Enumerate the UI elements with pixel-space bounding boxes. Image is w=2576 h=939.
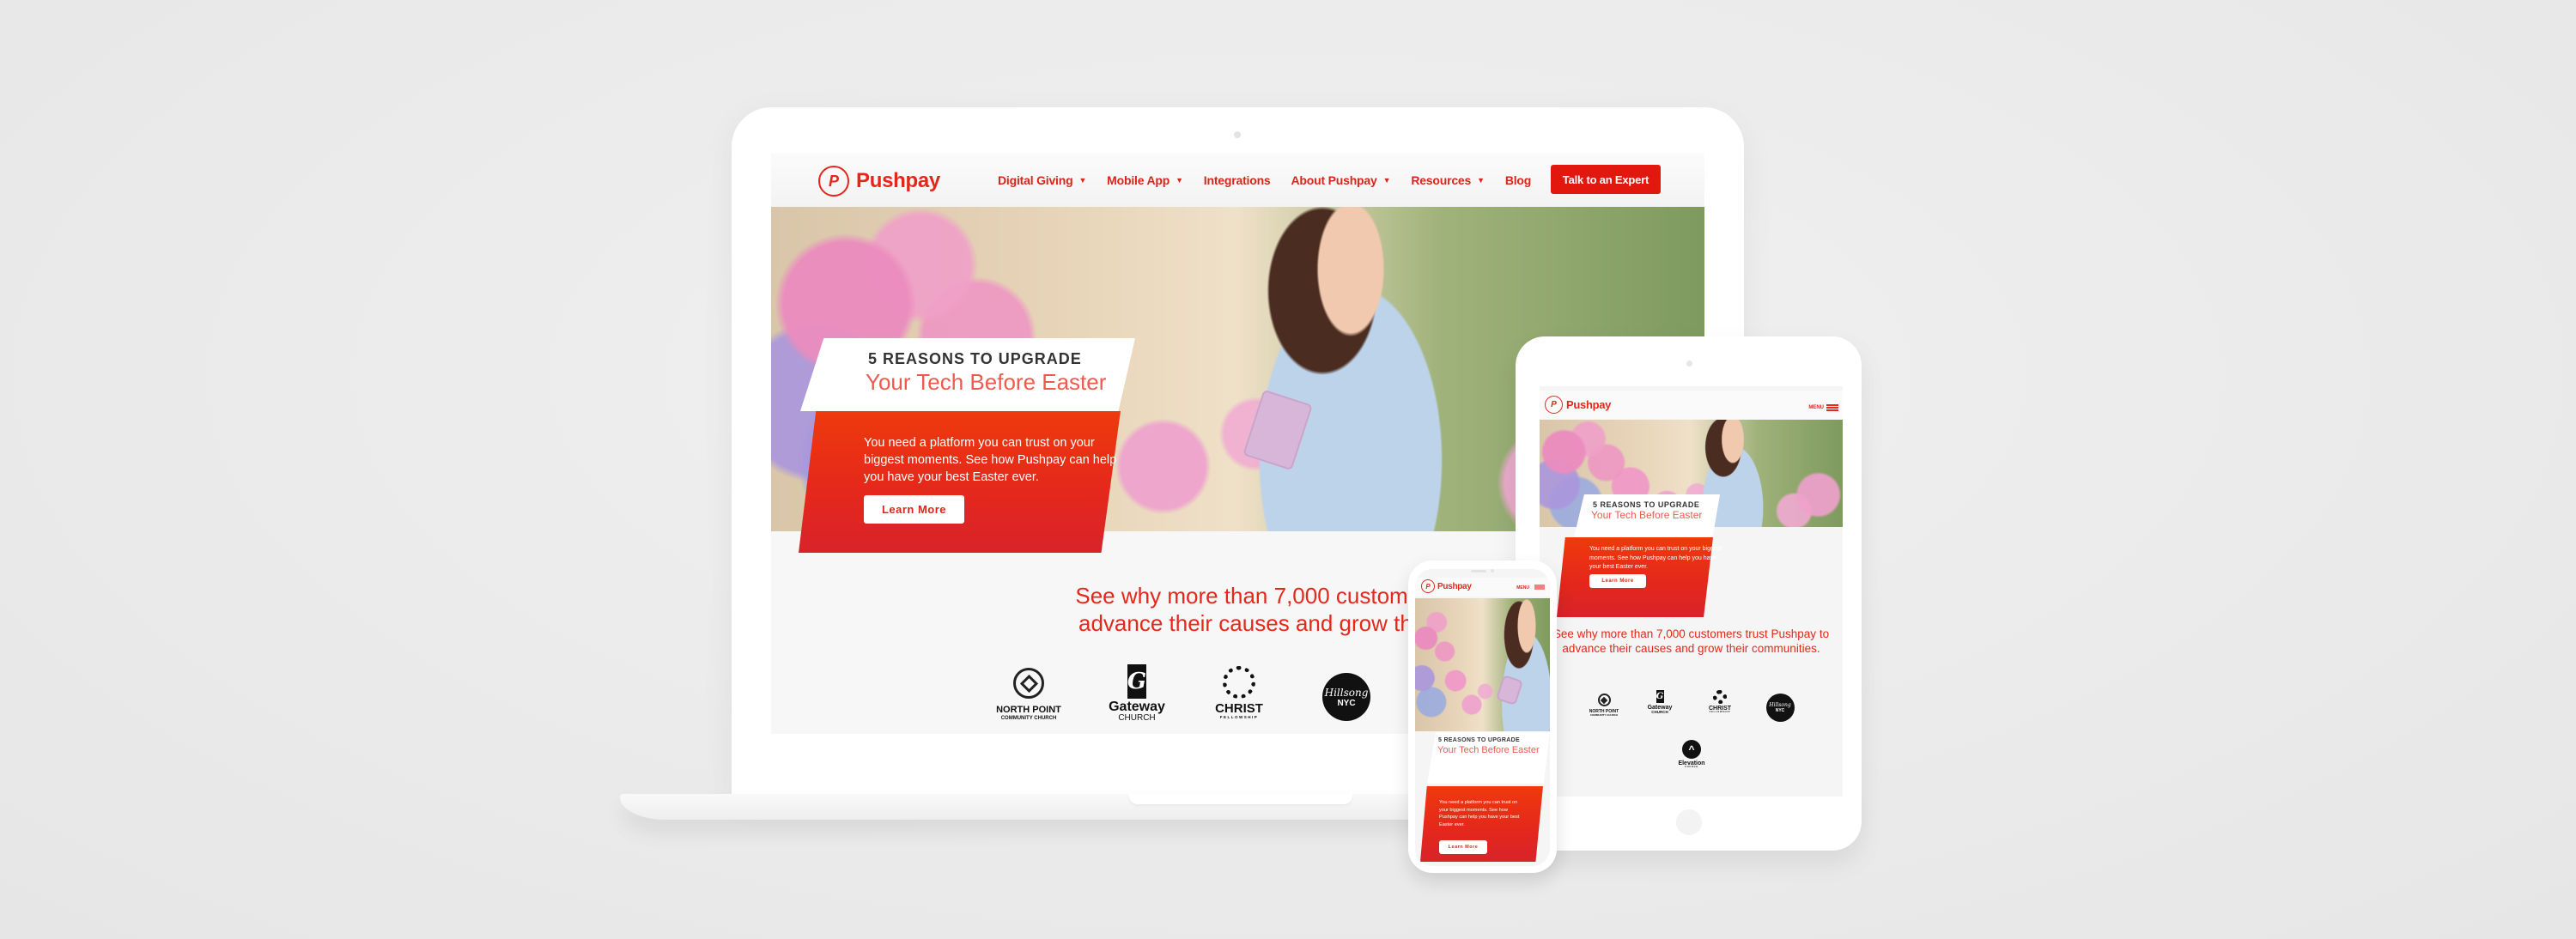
logo-north-point: NORTH POINT COMMUNITY CHURCH: [1583, 694, 1625, 717]
promo-body: You need a platform you can trust on you…: [864, 436, 1117, 484]
customers-tagline: See why more than 7,000 customers trust …: [1552, 627, 1830, 655]
church-name: Hillsong: [1324, 686, 1369, 699]
pushpay-wordmark: Pushpay: [1437, 581, 1472, 591]
hillsong-badge: Hillsong NYC: [1322, 673, 1370, 721]
promo-kicker: 5 REASONS TO UPGRADE: [1438, 737, 1520, 743]
north-point-icon: [1013, 668, 1044, 699]
logo-christ-fellowship: CHRIST FELLOWSHIP: [1698, 690, 1741, 714]
church-sub: COMMUNITY CHURCH: [1000, 716, 1057, 721]
caret-down-icon: ▼: [1382, 175, 1391, 185]
church-sub: CHURCH: [1685, 766, 1698, 768]
logo-gateway: G Gateway CHURCH: [1098, 664, 1176, 723]
church-sub: FELLOWSHIP: [1219, 715, 1259, 719]
logo-hillsong-nyc: Hillsong NYC: [1765, 694, 1795, 722]
tablet-camera: [1686, 360, 1692, 367]
nav-label: Blog: [1504, 173, 1532, 187]
nav-digital-giving[interactable]: Digital Giving ▼: [998, 173, 1086, 187]
laptop-camera: [1234, 131, 1241, 138]
church-sub: CHURCH: [1651, 710, 1668, 714]
nav-about-pushpay[interactable]: About Pushpay ▼: [1291, 173, 1391, 187]
church-name: CHRIST: [1215, 701, 1263, 716]
learn-more-button[interactable]: Learn More: [1439, 840, 1487, 854]
promo-body: You need a platform you can trust on you…: [1589, 546, 1722, 570]
elevation-icon: ^: [1682, 740, 1701, 759]
menu-label[interactable]: MENU: [1516, 585, 1529, 591]
logo-north-point: NORTH POINT COMMUNITY CHURCH: [990, 668, 1067, 721]
nav-label: Integrations: [1203, 173, 1271, 187]
talk-to-expert-button[interactable]: Talk to an Expert: [1551, 165, 1661, 194]
promo-title: Your Tech Before Easter: [866, 369, 1107, 395]
phone-front-camera: [1491, 569, 1494, 572]
church-sub: COMMUNITY CHURCH: [1589, 713, 1619, 717]
church-name: Gateway: [1109, 700, 1165, 714]
promo-kicker: 5 REASONS TO UPGRADE: [868, 350, 1082, 367]
pushpay-logo-icon: P: [818, 166, 849, 197]
hamburger-menu-icon[interactable]: [1826, 404, 1838, 411]
caret-down-icon: ▼: [1078, 175, 1087, 185]
hamburger-menu-icon[interactable]: [1534, 585, 1545, 590]
promo-body: You need a platform you can trust on you…: [1439, 800, 1520, 827]
promo-kicker: 5 REASONS TO UPGRADE: [1593, 500, 1700, 509]
phone-hero-image: [1415, 598, 1550, 731]
christ-fellowship-icon: [1223, 666, 1255, 699]
nav-label: Mobile App: [1107, 173, 1170, 187]
tablet-site-header: P Pushpay MENU: [1540, 391, 1843, 419]
pushpay-logo[interactable]: P Pushpay: [1421, 579, 1472, 593]
hero-woman-figure: [1488, 598, 1550, 731]
customer-logos: NORTH POINT COMMUNITY CHURCH G Gateway C…: [1540, 687, 1843, 797]
north-point-icon: [1597, 694, 1611, 706]
tablet-screen: P Pushpay MENU 5 REASONS TO UPGRADE Your…: [1540, 386, 1843, 797]
nav-label: Resources: [1411, 173, 1472, 187]
christ-fellowship-icon: [1713, 690, 1727, 704]
logo-christ-fellowship: CHRIST FELLOWSHIP: [1200, 666, 1278, 720]
menu-label[interactable]: MENU: [1808, 405, 1824, 410]
pushpay-logo[interactable]: P Pushpay: [1545, 396, 1611, 414]
phone-speaker: [1471, 570, 1486, 572]
promo-title: Your Tech Before Easter: [1591, 509, 1703, 521]
pushpay-wordmark: Pushpay: [1566, 398, 1612, 411]
logo-hillsong-nyc: Hillsong NYC: [1321, 673, 1372, 721]
gateway-icon: G: [1127, 664, 1146, 699]
caret-down-icon: ▼: [1176, 175, 1183, 185]
hero-woman-figure: [1209, 207, 1492, 531]
main-nav: Digital Giving ▼ Mobile App ▼ Integrations…: [998, 153, 1552, 207]
promo-title: Your Tech Before Easter: [1437, 745, 1540, 755]
nav-integrations[interactable]: Integrations: [1204, 173, 1271, 187]
caret-down-icon: ▼: [1477, 175, 1485, 185]
site-header: P Pushpay Digital Giving ▼ Mobile App ▼ In…: [771, 153, 1704, 207]
pushpay-wordmark: Pushpay: [856, 169, 940, 192]
church-sub: FELLOWSHIP: [1709, 711, 1731, 713]
learn-more-button[interactable]: Learn More: [864, 495, 964, 524]
phone-screen: P Pushpay MENU 5 REASONS TO UPGRADE Your…: [1415, 569, 1550, 866]
logo-gateway: G Gateway CHURCH: [1638, 690, 1681, 715]
nav-label: Digital Giving: [998, 173, 1073, 187]
tablet-home-button: [1676, 809, 1702, 835]
church-sub: CHURCH: [1118, 713, 1156, 723]
church-name: NORTH POINT: [996, 705, 1061, 715]
nav-blog[interactable]: Blog: [1504, 173, 1532, 187]
laptop-opening-notch: [1129, 794, 1352, 804]
pushpay-logo[interactable]: P Pushpay: [818, 166, 940, 197]
phone-site-header: P Pushpay MENU: [1415, 578, 1550, 597]
gateway-icon: G: [1656, 690, 1664, 703]
nav-resources[interactable]: Resources ▼: [1411, 173, 1485, 187]
pushpay-logo-icon: P: [1421, 579, 1435, 593]
logo-elevation: ^ Elevation CHURCH: [1670, 740, 1713, 769]
nav-label: About Pushpay: [1291, 173, 1377, 187]
hillsong-badge: Hillsong NYC: [1765, 694, 1795, 722]
church-sub: NYC: [1775, 708, 1785, 713]
church-name: Hillsong: [1769, 702, 1791, 708]
nav-mobile-app[interactable]: Mobile App ▼: [1107, 173, 1183, 187]
learn-more-button[interactable]: Learn More: [1589, 574, 1646, 588]
pushpay-logo-icon: P: [1545, 396, 1563, 414]
church-sub: NYC: [1337, 698, 1356, 708]
